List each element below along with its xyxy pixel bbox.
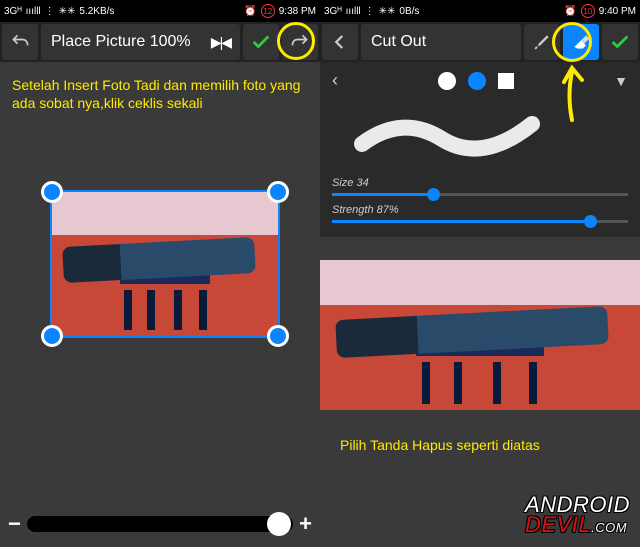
clock: 9:38 PM <box>279 6 316 17</box>
watermark: ANDROID DEVIL.COM <box>525 495 630 535</box>
size-slider-row: Size 34 <box>332 177 628 196</box>
shape-circle-selected[interactable] <box>468 72 486 90</box>
undo-button[interactable] <box>2 24 38 60</box>
screen-place-picture: 3Gᴴ ııılll ⋮ ✳✳ 5.2KB/s ⏰ 12 9:38 PM Pla… <box>0 0 320 547</box>
net-speed: 0B/s <box>399 6 419 17</box>
flip-icon: ▶|◀ <box>211 34 230 51</box>
confirm-button[interactable] <box>602 24 638 60</box>
brush-panel: ‹ ▼ Size 34 St <box>320 62 640 237</box>
size-label: Size 34 <box>332 177 369 189</box>
shape-square[interactable] <box>498 73 514 89</box>
watermark-suffix: .COM <box>591 520 627 535</box>
instruction-text: Setelah Insert Foto Tadi dan memilih fot… <box>0 62 320 126</box>
status-bar: 3Gᴴ ııılll ⋮ ✳✳ 0B/s ⏰ 10 9:40 PM <box>320 0 640 22</box>
status-bar: 3Gᴴ ııılll ⋮ ✳✳ 5.2KB/s ⏰ 12 9:38 PM <box>0 0 320 22</box>
instruction-text: Pilih Tanda Hapus seperti diatas <box>320 428 640 462</box>
mode-label[interactable]: Place Picture 100% ▶|◀ <box>41 24 240 60</box>
signal-icon: ııılll <box>346 6 361 17</box>
eraser-tool-button[interactable] <box>563 24 599 60</box>
strength-slider[interactable] <box>332 220 628 223</box>
toolbar: Place Picture 100% ▶|◀ <box>0 22 320 62</box>
alarm-icon: ⏰ <box>564 6 576 17</box>
zoom-slider[interactable] <box>27 516 293 532</box>
resize-handle-br[interactable] <box>267 325 289 347</box>
zoom-thumb[interactable] <box>267 512 291 536</box>
clock: 9:40 PM <box>599 6 636 17</box>
resize-handle-tl[interactable] <box>41 181 63 203</box>
redo-button[interactable] <box>282 24 318 60</box>
strength-label: Strength 87% <box>332 204 399 216</box>
zoom-in-button[interactable]: + <box>299 511 312 537</box>
network-icon: 3Gᴴ <box>324 6 342 17</box>
brush-preview <box>332 99 628 169</box>
resize-handle-tr[interactable] <box>267 181 289 203</box>
back-button[interactable] <box>322 24 358 60</box>
bbm-icon: ✳✳ <box>59 6 76 17</box>
mode-label-text: Cut Out <box>371 33 426 51</box>
brush-tool-button[interactable] <box>524 24 560 60</box>
network-icon: 3Gᴴ <box>4 6 22 17</box>
resize-handle-bl[interactable] <box>41 325 63 347</box>
watermark-line2: DEVIL <box>525 512 591 537</box>
collapse-icon[interactable]: ‹ <box>332 70 338 91</box>
mode-label-text: Place Picture 100% <box>51 33 191 51</box>
signal-icon: ııılll <box>26 6 41 17</box>
battery-indicator: 12 <box>261 4 275 18</box>
net-speed: 5.2KB/s <box>79 6 114 17</box>
photo-frame[interactable] <box>50 190 280 338</box>
canvas-photo[interactable] <box>320 260 640 410</box>
photo-content <box>52 192 278 336</box>
confirm-button[interactable] <box>243 24 279 60</box>
shape-circle-solid[interactable] <box>438 72 456 90</box>
alarm-icon: ⏰ <box>244 6 256 17</box>
toolbar: Cut Out <box>320 22 640 62</box>
zoom-out-button[interactable]: − <box>8 511 21 537</box>
zoom-bar: − + <box>8 509 312 539</box>
size-slider[interactable] <box>332 193 628 196</box>
expand-icon[interactable]: ▼ <box>614 73 628 89</box>
mode-label[interactable]: Cut Out <box>361 24 521 60</box>
strength-slider-row: Strength 87% <box>332 204 628 223</box>
bbm-icon: ✳✳ <box>379 6 396 17</box>
battery-indicator: 10 <box>581 4 595 18</box>
screen-cut-out: 3Gᴴ ııılll ⋮ ✳✳ 0B/s ⏰ 10 9:40 PM Cut Ou… <box>320 0 640 547</box>
